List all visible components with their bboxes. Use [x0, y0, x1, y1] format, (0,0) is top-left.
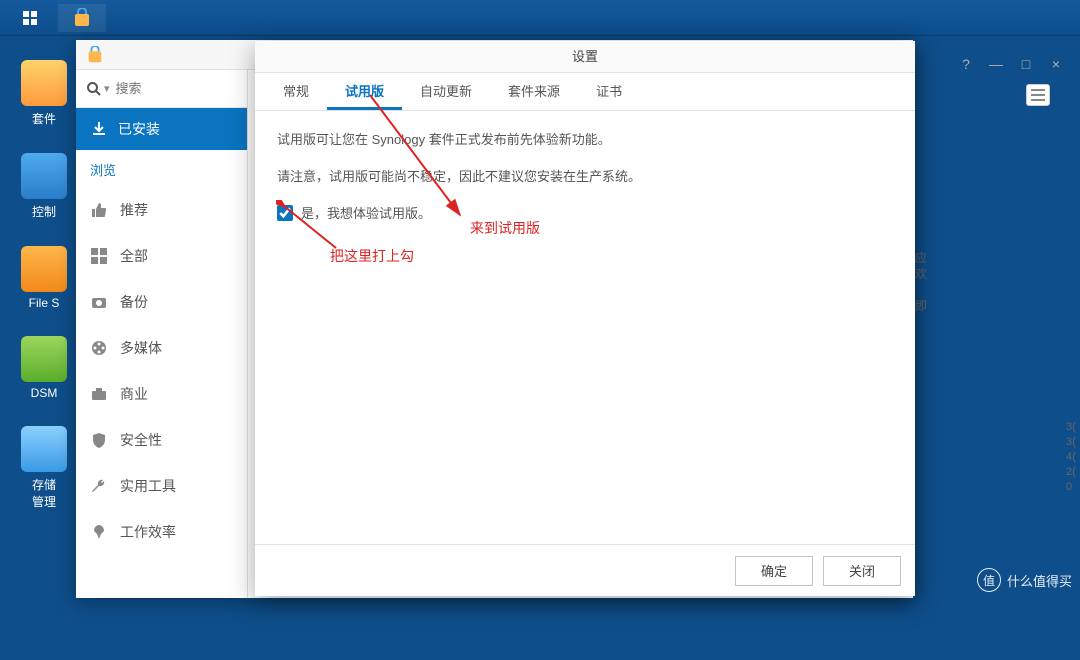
category-label: 备份 — [120, 292, 148, 312]
desktop-icon-dsm[interactable]: DSM — [14, 336, 74, 400]
background-text-fragment: 应 欢 即 — [915, 250, 929, 390]
category-list: 推荐 全部 备份 多媒体 商业 安全性 实用工具 工作效率 — [76, 187, 247, 555]
desktop-icon-label: 控制 — [32, 205, 56, 219]
settings-content: 试用版可让您在 Synology 套件正式发布前先体验新功能。 请注意，试用版可… — [255, 111, 915, 544]
watermark-text: 什么值得买 — [1007, 571, 1072, 590]
film-reel-icon — [90, 339, 108, 357]
beta-description-2: 请注意，试用版可能尚不稳定，因此不建议您安装在生产系统。 — [277, 166, 893, 185]
search-box[interactable]: ▾ — [76, 70, 247, 108]
desktop-icons: 套件 控制 File S DSM 存储 管理 — [14, 60, 74, 536]
beta-optin-row[interactable]: 是，我想体验试用版。 — [277, 203, 893, 222]
watermark-badge: 值 — [977, 568, 1001, 592]
desktop-icon-package[interactable]: 套件 — [14, 60, 74, 127]
settings-title: 设置 — [255, 41, 915, 73]
category-recommended[interactable]: 推荐 — [76, 187, 247, 233]
taskbar-menu-button[interactable] — [6, 4, 54, 32]
desktop-icon-filestation[interactable]: File S — [14, 246, 74, 310]
desktop-icon-label: DSM — [31, 386, 58, 400]
camera-icon — [90, 293, 108, 311]
shield-icon — [90, 431, 108, 449]
category-label: 推荐 — [120, 200, 148, 220]
settings-tabs: 常规 试用版 自动更新 套件来源 证书 — [255, 73, 915, 111]
bag-icon — [86, 46, 104, 64]
grid-apps-icon — [22, 10, 38, 26]
tab-general[interactable]: 常规 — [265, 73, 327, 110]
category-label: 安全性 — [120, 430, 162, 450]
beta-optin-checkbox[interactable] — [277, 205, 293, 221]
desktop-icon-storage[interactable]: 存储 管理 — [14, 426, 74, 510]
window-controls: ? — □ × — [958, 56, 1064, 72]
category-label: 多媒体 — [120, 338, 162, 358]
package-center-sidebar: ▾ 已安装 浏览 推荐 全部 备份 多媒体 商业 安全性 实用工具 工作效率 — [76, 70, 248, 598]
list-icon — [1031, 89, 1045, 101]
sidebar-item-installed[interactable]: 已安装 — [76, 108, 247, 150]
close-window-button[interactable]: × — [1048, 56, 1064, 72]
category-all[interactable]: 全部 — [76, 233, 247, 279]
help-button[interactable]: ? — [958, 56, 974, 72]
installed-label: 已安装 — [118, 119, 160, 139]
ok-button[interactable]: 确定 — [735, 556, 813, 586]
list-view-toggle[interactable] — [1026, 84, 1050, 106]
control-panel-icon — [21, 153, 67, 199]
category-business[interactable]: 商业 — [76, 371, 247, 417]
desktop-icon-control[interactable]: 控制 — [14, 153, 74, 220]
tab-cert[interactable]: 证书 — [578, 73, 640, 110]
desktop-icon-label: 存储 管理 — [32, 478, 56, 509]
category-multimedia[interactable]: 多媒体 — [76, 325, 247, 371]
search-dropdown-caret[interactable]: ▾ — [104, 82, 110, 95]
storage-icon — [21, 426, 67, 472]
category-label: 全部 — [120, 246, 148, 266]
category-label: 工作效率 — [120, 522, 176, 542]
category-label: 实用工具 — [120, 476, 176, 496]
minimize-button[interactable]: — — [988, 56, 1004, 72]
bag-icon — [72, 8, 92, 28]
maximize-button[interactable]: □ — [1018, 56, 1034, 72]
briefcase-icon — [90, 385, 108, 403]
grid-icon — [90, 247, 108, 265]
taskbar-package-center[interactable] — [58, 4, 106, 32]
category-label: 商业 — [120, 384, 148, 404]
settings-footer: 确定 关闭 — [255, 544, 915, 596]
watermark: 值 什么值得买 — [977, 568, 1072, 592]
dsm-help-icon — [21, 336, 67, 382]
thumbs-up-icon — [90, 201, 108, 219]
desktop-icon-label: File S — [29, 296, 60, 310]
download-icon — [90, 120, 108, 138]
taskbar — [0, 0, 1080, 36]
beta-description-1: 试用版可让您在 Synology 套件正式发布前先体验新功能。 — [277, 129, 893, 148]
close-button[interactable]: 关闭 — [823, 556, 901, 586]
tab-sources[interactable]: 套件来源 — [490, 73, 578, 110]
desktop-icon-label: 套件 — [32, 112, 56, 126]
settings-dialog: 设置 常规 试用版 自动更新 套件来源 证书 试用版可让您在 Synology … — [255, 41, 915, 596]
background-numbers-fragment: 3( 3( 4( 2( 0 — [1066, 420, 1080, 660]
browse-heading: 浏览 — [76, 150, 247, 187]
tab-autoupdate[interactable]: 自动更新 — [402, 73, 490, 110]
rocket-icon — [90, 523, 108, 541]
beta-optin-label: 是，我想体验试用版。 — [301, 203, 431, 222]
category-utility[interactable]: 实用工具 — [76, 463, 247, 509]
folder-icon — [21, 246, 67, 292]
category-backup[interactable]: 备份 — [76, 279, 247, 325]
category-productivity[interactable]: 工作效率 — [76, 509, 247, 555]
tab-beta[interactable]: 试用版 — [327, 73, 402, 110]
search-icon — [86, 81, 102, 97]
package-icon — [21, 60, 67, 106]
category-security[interactable]: 安全性 — [76, 417, 247, 463]
wrench-icon — [90, 477, 108, 495]
search-input[interactable] — [116, 81, 216, 96]
